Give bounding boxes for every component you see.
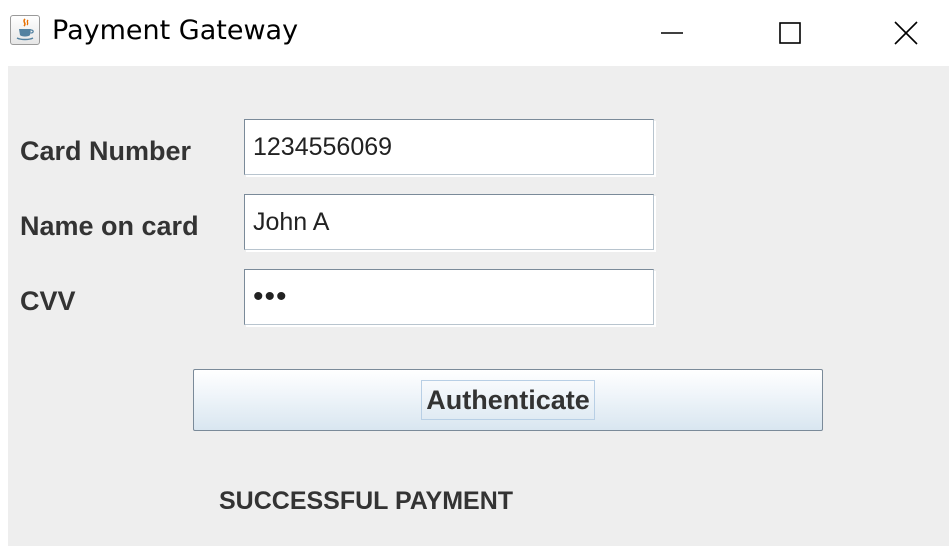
minimize-button[interactable] xyxy=(627,0,717,66)
maximize-icon xyxy=(779,22,801,44)
card-number-field[interactable] xyxy=(244,119,654,175)
form-panel: Card Number Name on card CVV Authenticat… xyxy=(8,66,949,546)
close-button[interactable] xyxy=(863,0,949,66)
maximize-button[interactable] xyxy=(745,0,835,66)
payment-gateway-window: Payment Gateway Card Number Name on card… xyxy=(0,0,949,546)
minimize-icon xyxy=(661,32,683,34)
title-bar[interactable]: Payment Gateway xyxy=(0,0,949,66)
name-on-card-label: Name on card xyxy=(20,211,199,241)
cvv-label: CVV xyxy=(20,286,76,316)
close-icon xyxy=(894,21,918,45)
authenticate-button[interactable]: Authenticate xyxy=(193,369,823,431)
cvv-field[interactable] xyxy=(244,269,654,325)
name-on-card-field[interactable] xyxy=(244,194,654,250)
focus-indicator: Authenticate xyxy=(421,380,595,420)
payment-status-message: SUCCESSFUL PAYMENT xyxy=(219,487,514,515)
window-title: Payment Gateway xyxy=(52,15,299,46)
java-cup-icon[interactable] xyxy=(10,15,40,45)
card-number-label: Card Number xyxy=(20,136,192,166)
authenticate-button-label: Authenticate xyxy=(426,385,590,415)
